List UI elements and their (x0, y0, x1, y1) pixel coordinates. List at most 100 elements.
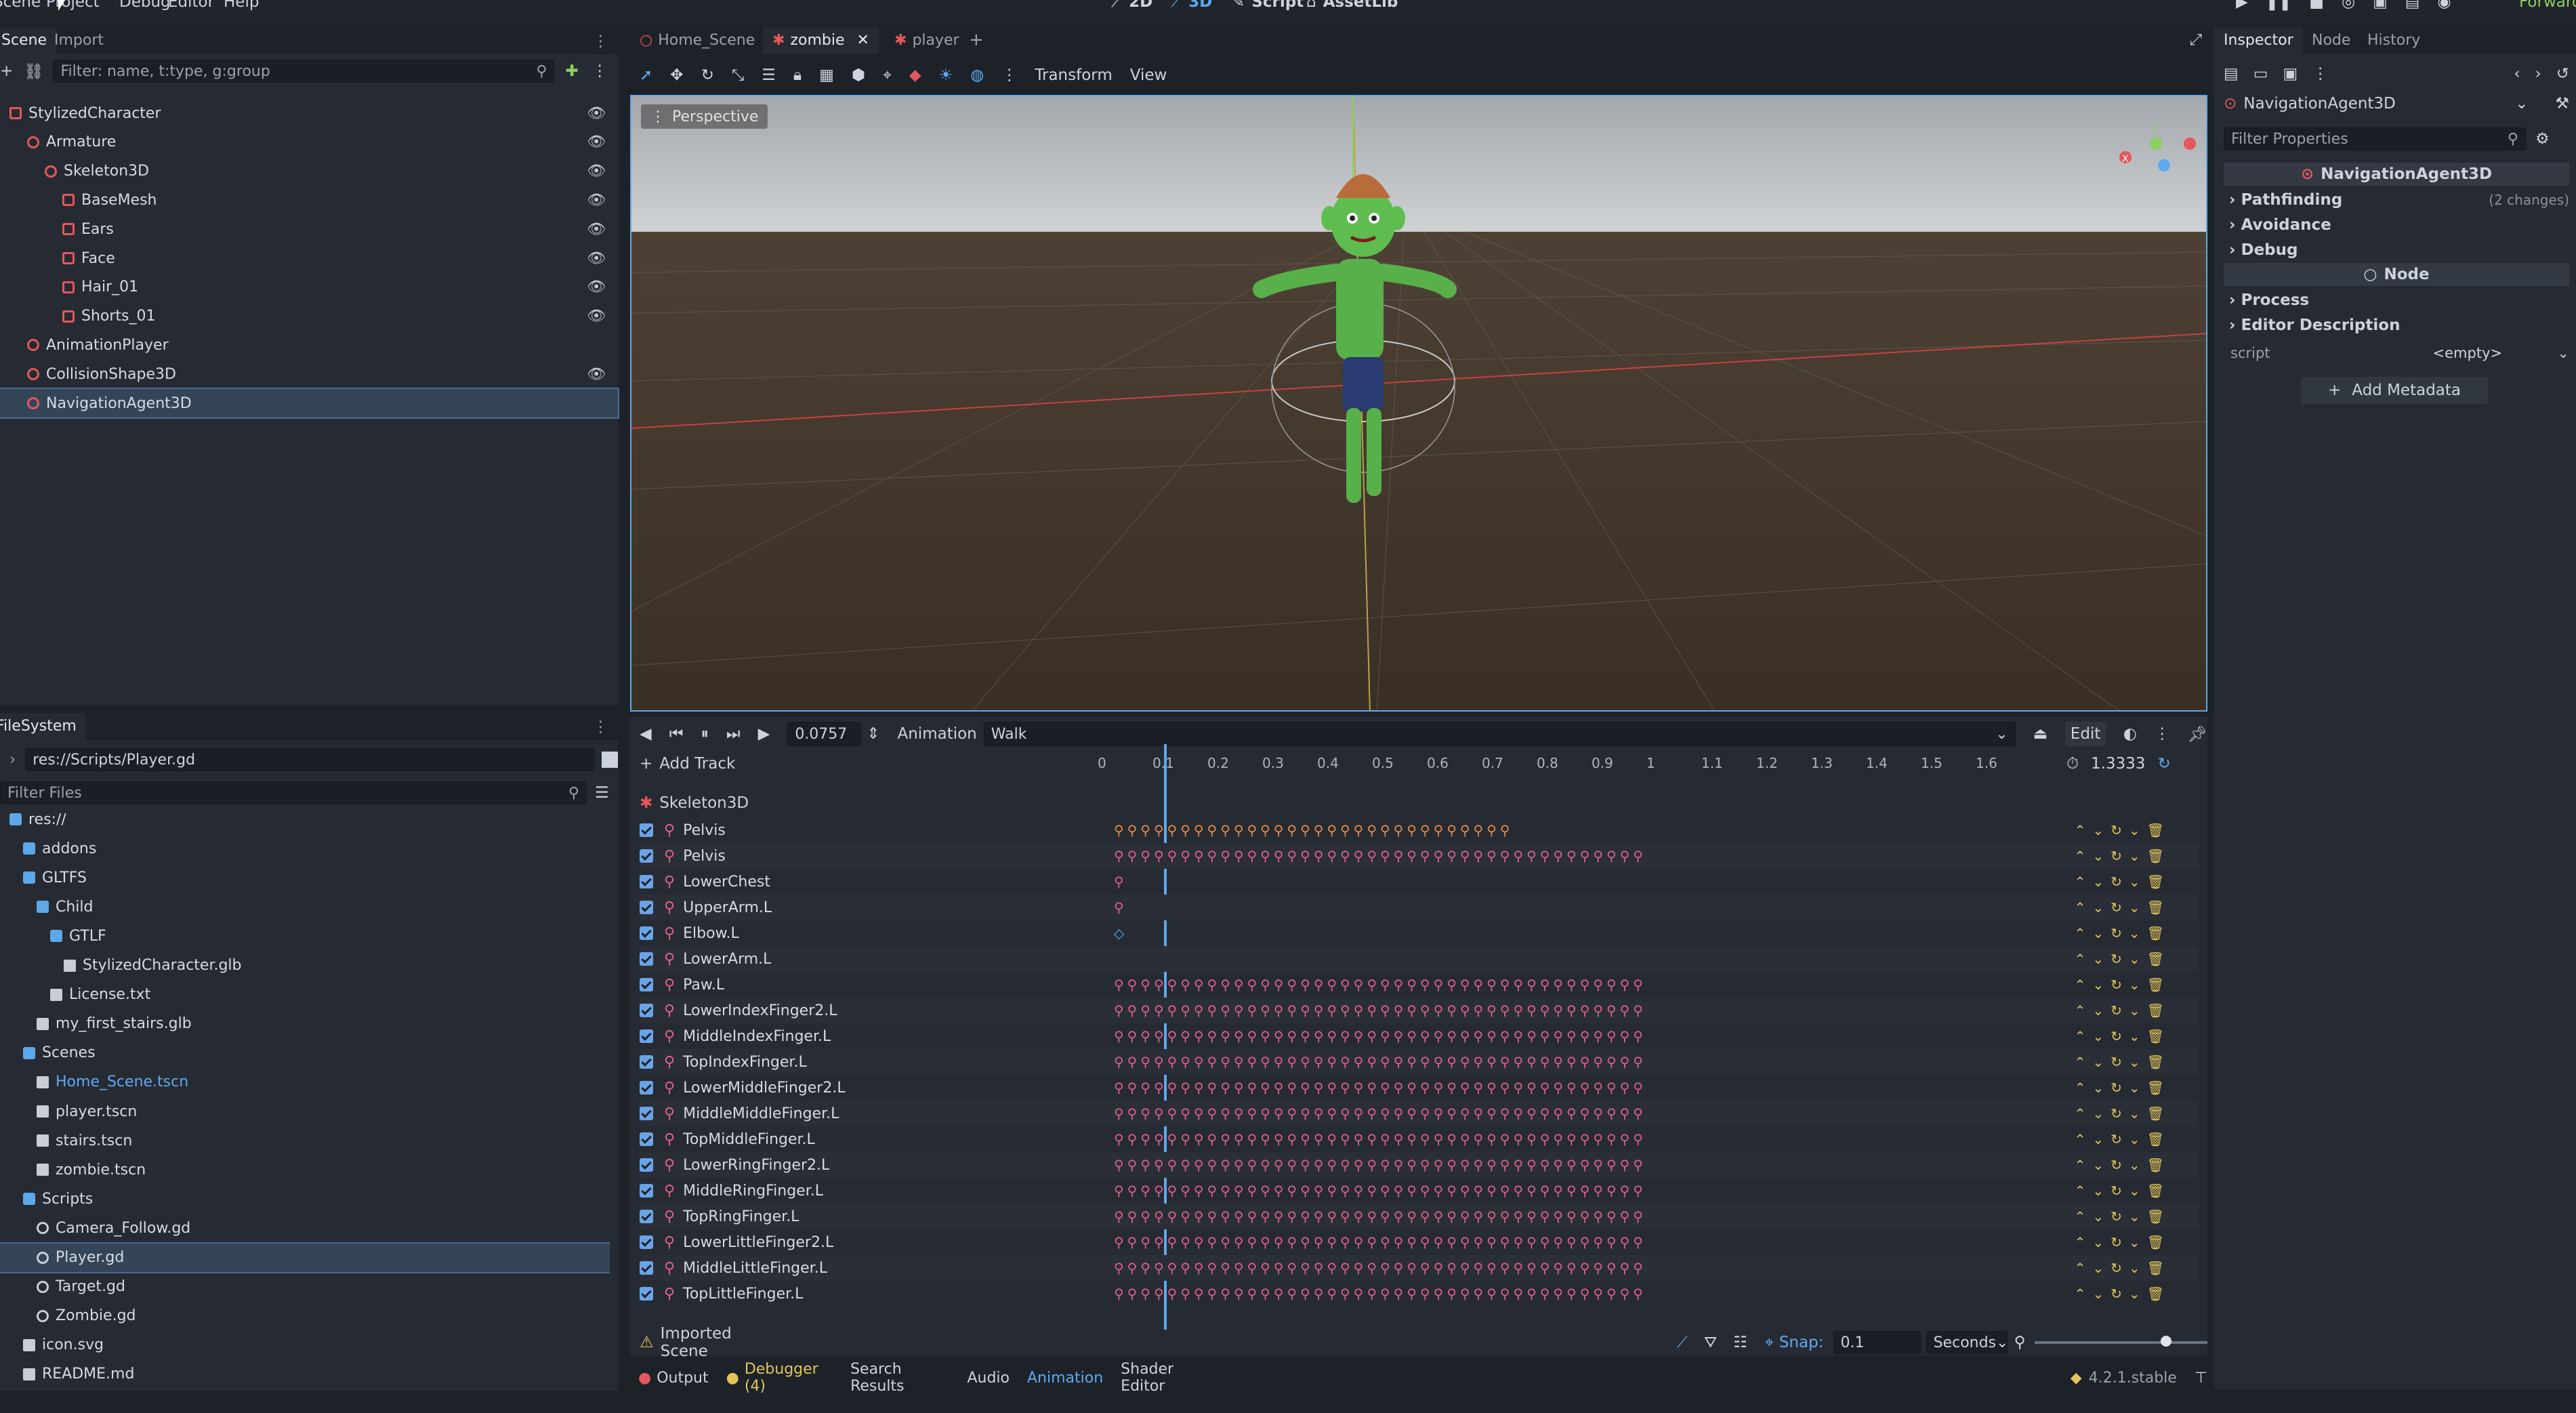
animation-track[interactable]: ⚲ LowerIndexFinger2.L ⚲⚲⚲⚲⚲⚲⚲⚲⚲⚲⚲⚲⚲⚲⚲⚲⚲⚲⚲⚲… (640, 998, 2198, 1023)
scene-node[interactable]: AnimationPlayer (0, 331, 618, 359)
visibility-icon[interactable]: 👁︎ (587, 105, 606, 122)
snap-unit-select[interactable]: Seconds ⌄ (1926, 1331, 2008, 1354)
keyframes[interactable]: ⚲⚲⚲⚲⚲⚲⚲⚲⚲⚲⚲⚲⚲⚲⚲⚲⚲⚲⚲⚲⚲⚲⚲⚲⚲⚲⚲⚲⚲⚲ (1114, 817, 1859, 843)
tab-player[interactable]: ✱ player (885, 27, 969, 54)
track-controls[interactable]: ⌃⌄↻⌄🗑︎ (2075, 1080, 2171, 1096)
pause-icon[interactable]: ❚❚ (2266, 0, 2292, 11)
perspective-button[interactable]: ⋮ Perspective (641, 104, 768, 129)
menu-debug[interactable]: Debug (119, 0, 171, 11)
scene-node[interactable]: Skeleton3D 👁︎ (0, 157, 618, 186)
file-item[interactable]: License.txt (0, 981, 610, 1009)
keyframes[interactable]: ⚲⚲⚲⚲⚲⚲⚲⚲⚲⚲⚲⚲⚲⚲⚲⚲⚲⚲⚲⚲⚲⚲⚲⚲⚲⚲⚲⚲⚲⚲⚲⚲⚲⚲⚲⚲⚲⚲⚲⚲ (1114, 1049, 1859, 1075)
snap-icon[interactable]: ⌖ (1765, 1334, 1774, 1351)
track-controls[interactable]: ⌃⌄↻⌄🗑︎ (2075, 874, 2171, 890)
track-enabled-checkbox[interactable] (640, 978, 653, 991)
track-enabled-checkbox[interactable] (640, 1158, 653, 1172)
file-item[interactable]: Camera_Follow.gd (0, 1214, 610, 1242)
renderer-selector[interactable]: Forward+ (2519, 0, 2576, 11)
animation-length[interactable]: 1.3333 (2091, 755, 2145, 773)
file-item[interactable]: GLTFS (0, 863, 610, 892)
path-input[interactable]: res://Scripts/Player.gd (25, 748, 596, 771)
keyframes[interactable]: ⚲⚲⚲⚲⚲⚲⚲⚲⚲⚲⚲⚲⚲⚲⚲⚲⚲⚲⚲⚲⚲⚲⚲⚲⚲⚲⚲⚲⚲⚲⚲⚲⚲⚲⚲⚲⚲⚲⚲⚲ (1114, 1023, 1859, 1049)
track-controls[interactable]: ⌃⌄↻⌄🗑︎ (2075, 1260, 2171, 1276)
keyframes[interactable]: ⚲⚲⚲⚲⚲⚲⚲⚲⚲⚲⚲⚲⚲⚲⚲⚲⚲⚲⚲⚲⚲⚲⚲⚲⚲⚲⚲⚲⚲⚲⚲⚲⚲⚲⚲⚲⚲⚲⚲⚲ (1114, 1075, 1859, 1101)
play-custom-icon[interactable]: ▤ (2405, 0, 2420, 11)
track-controls[interactable]: ⌃⌄↻⌄🗑︎ (2075, 1234, 2171, 1250)
visibility-icon[interactable]: 👁︎ (587, 279, 606, 295)
animation-track[interactable]: ⚲ UpperArm.L ⚲ ⌃⌄↻⌄🗑︎ (640, 895, 2198, 920)
keyframes[interactable]: ⚲ (1114, 895, 1859, 920)
track-controls[interactable]: ⌃⌄↻⌄🗑︎ (2075, 848, 2171, 864)
track-controls[interactable]: ⌃⌄↻⌄🗑︎ (2075, 977, 2171, 993)
save-icon[interactable]: ▣ (2283, 65, 2298, 83)
filter-options-icon[interactable]: ⚙ (2535, 130, 2550, 148)
file-item[interactable]: player.tscn (0, 1097, 610, 1126)
animation-track[interactable]: ⚲ Pelvis ⚲⚲⚲⚲⚲⚲⚲⚲⚲⚲⚲⚲⚲⚲⚲⚲⚲⚲⚲⚲⚲⚲⚲⚲⚲⚲⚲⚲⚲⚲ ⌃⌄↻… (640, 817, 2198, 843)
chevron-down-icon[interactable]: ⌄ (2557, 345, 2569, 361)
move-tool-icon[interactable]: ✥ (670, 66, 683, 84)
distraction-free-icon[interactable]: ⤢ (2190, 31, 2202, 49)
animation-track[interactable]: ⚲ MiddleIndexFinger.L ⚲⚲⚲⚲⚲⚲⚲⚲⚲⚲⚲⚲⚲⚲⚲⚲⚲⚲⚲⚲… (640, 1023, 2198, 1049)
sun-icon[interactable]: ☀ (939, 66, 953, 84)
scene-node[interactable]: Shorts_01 👁︎ (0, 302, 618, 331)
track-controls[interactable]: ⌃⌄↻⌄🗑︎ (2075, 925, 2171, 941)
file-item[interactable]: Zombie.gd (0, 1302, 610, 1330)
keyframes[interactable]: ⚲⚲⚲⚲⚲⚲⚲⚲⚲⚲⚲⚲⚲⚲⚲⚲⚲⚲⚲⚲⚲⚲⚲⚲⚲⚲⚲⚲⚲⚲⚲⚲⚲⚲⚲⚲⚲⚲⚲⚲ (1114, 1152, 1859, 1178)
view-menu[interactable]: View (1130, 66, 1167, 84)
animation-track[interactable]: ⚲ MiddleLittleFinger.L ⚲⚲⚲⚲⚲⚲⚲⚲⚲⚲⚲⚲⚲⚲⚲⚲⚲⚲⚲… (640, 1255, 2198, 1281)
visibility-icon[interactable]: 👁︎ (587, 192, 606, 209)
scene-node[interactable]: NavigationAgent3D (0, 388, 619, 419)
open-folder-icon[interactable]: ▭ (2253, 65, 2268, 83)
inspector-section[interactable]: › Editor Description (2224, 312, 2569, 337)
animation-label[interactable]: Animation (898, 725, 977, 743)
track-enabled-checkbox[interactable] (640, 1261, 653, 1275)
animation-track[interactable]: ⚲ TopMiddleFinger.L ⚲⚲⚲⚲⚲⚲⚲⚲⚲⚲⚲⚲⚲⚲⚲⚲⚲⚲⚲⚲⚲⚲… (640, 1126, 2198, 1152)
movie-icon[interactable]: ◉ (2438, 0, 2451, 11)
add-track-button[interactable]: + Add Track (640, 752, 735, 775)
animation-track[interactable]: ⚲ MiddleRingFinger.L ⚲⚲⚲⚲⚲⚲⚲⚲⚲⚲⚲⚲⚲⚲⚲⚲⚲⚲⚲⚲⚲… (640, 1178, 2198, 1204)
track-enabled-checkbox[interactable] (640, 926, 653, 940)
track-enabled-checkbox[interactable] (640, 875, 653, 888)
play-icon[interactable]: ▶ (758, 725, 770, 743)
inspector-section[interactable]: › Pathfinding (2 changes) (2224, 187, 2569, 212)
keyframes[interactable]: ⚲⚲⚲⚲⚲⚲⚲⚲⚲⚲⚲⚲⚲⚲⚲⚲⚲⚲⚲⚲⚲⚲⚲⚲⚲⚲⚲⚲⚲⚲⚲⚲⚲⚲⚲⚲⚲⚲⚲⚲ (1114, 1101, 1859, 1126)
workspace-3d-button[interactable]: ⟋ 3D (1171, 0, 1212, 11)
dock-menu-icon[interactable]: ⋮ (593, 718, 608, 736)
back-icon[interactable]: ‹ (2514, 65, 2520, 83)
workspace-script-button[interactable]: ✎ Script (1232, 0, 1304, 11)
file-item[interactable]: StylizedCharacter.glb (0, 951, 610, 980)
track-controls[interactable]: ⌃⌄↻⌄🗑︎ (2075, 1286, 2171, 1302)
track-enabled-checkbox[interactable] (640, 1081, 653, 1094)
tab-import[interactable]: Import (45, 27, 113, 54)
bezier-icon[interactable]: ⟋ (1677, 1334, 1688, 1351)
track-enabled-checkbox[interactable] (640, 823, 653, 837)
keyframes[interactable]: ◇ (1114, 920, 1859, 946)
menu-project[interactable]: Project (46, 0, 100, 11)
track-controls[interactable]: ⌃⌄↻⌄🗑︎ (2075, 1028, 2171, 1044)
attach-script-icon[interactable]: ✚ (565, 62, 578, 80)
animation-track[interactable]: ⚲ MiddleMiddleFinger.L ⚲⚲⚲⚲⚲⚲⚲⚲⚲⚲⚲⚲⚲⚲⚲⚲⚲⚲⚲… (640, 1101, 2198, 1126)
visibility-icon[interactable]: 👁︎ (587, 134, 606, 150)
list-icon[interactable]: ☷ (1733, 1334, 1747, 1351)
track-enabled-checkbox[interactable] (640, 1055, 653, 1069)
file-item[interactable]: GTLF (0, 922, 610, 950)
file-item[interactable]: addons (0, 834, 610, 863)
tab-audio[interactable]: Audio (967, 1370, 1010, 1387)
animation-track[interactable]: ⚲ Pelvis ⚲⚲⚲⚲⚲⚲⚲⚲⚲⚲⚲⚲⚲⚲⚲⚲⚲⚲⚲⚲⚲⚲⚲⚲⚲⚲⚲⚲⚲⚲⚲⚲⚲… (640, 843, 2198, 869)
inspector-section[interactable]: › Avoidance (2224, 212, 2569, 237)
track-enabled-checkbox[interactable] (640, 849, 653, 863)
scene-node[interactable]: CollisionShape3D 👁︎ (0, 360, 618, 388)
zoom-slider-handle[interactable] (2161, 1336, 2172, 1347)
tab-output[interactable]: ● Output (638, 1370, 709, 1387)
tab-shader-editor[interactable]: Shader Editor (1121, 1361, 1213, 1395)
file-item[interactable]: Player.gd (0, 1242, 610, 1273)
stop-icon[interactable]: ■ (2309, 0, 2324, 11)
add-node-icon[interactable]: + (0, 62, 13, 80)
step-back-icon[interactable]: ⏮ (669, 725, 684, 743)
scene-node[interactable]: StylizedCharacter 👁︎ (0, 99, 618, 127)
keyframes[interactable]: ⚲⚲⚲⚲⚲⚲⚲⚲⚲⚲⚲⚲⚲⚲⚲⚲⚲⚲⚲⚲⚲⚲⚲⚲⚲⚲⚲⚲⚲⚲⚲⚲⚲⚲⚲⚲⚲⚲⚲⚲ (1114, 1178, 1859, 1204)
animation-selector[interactable]: Walk ⌄ (983, 722, 2016, 746)
file-item[interactable]: zombie.tscn (0, 1155, 610, 1184)
track-enabled-checkbox[interactable] (640, 1132, 653, 1146)
inspector-section[interactable]: › Process (2224, 287, 2569, 312)
